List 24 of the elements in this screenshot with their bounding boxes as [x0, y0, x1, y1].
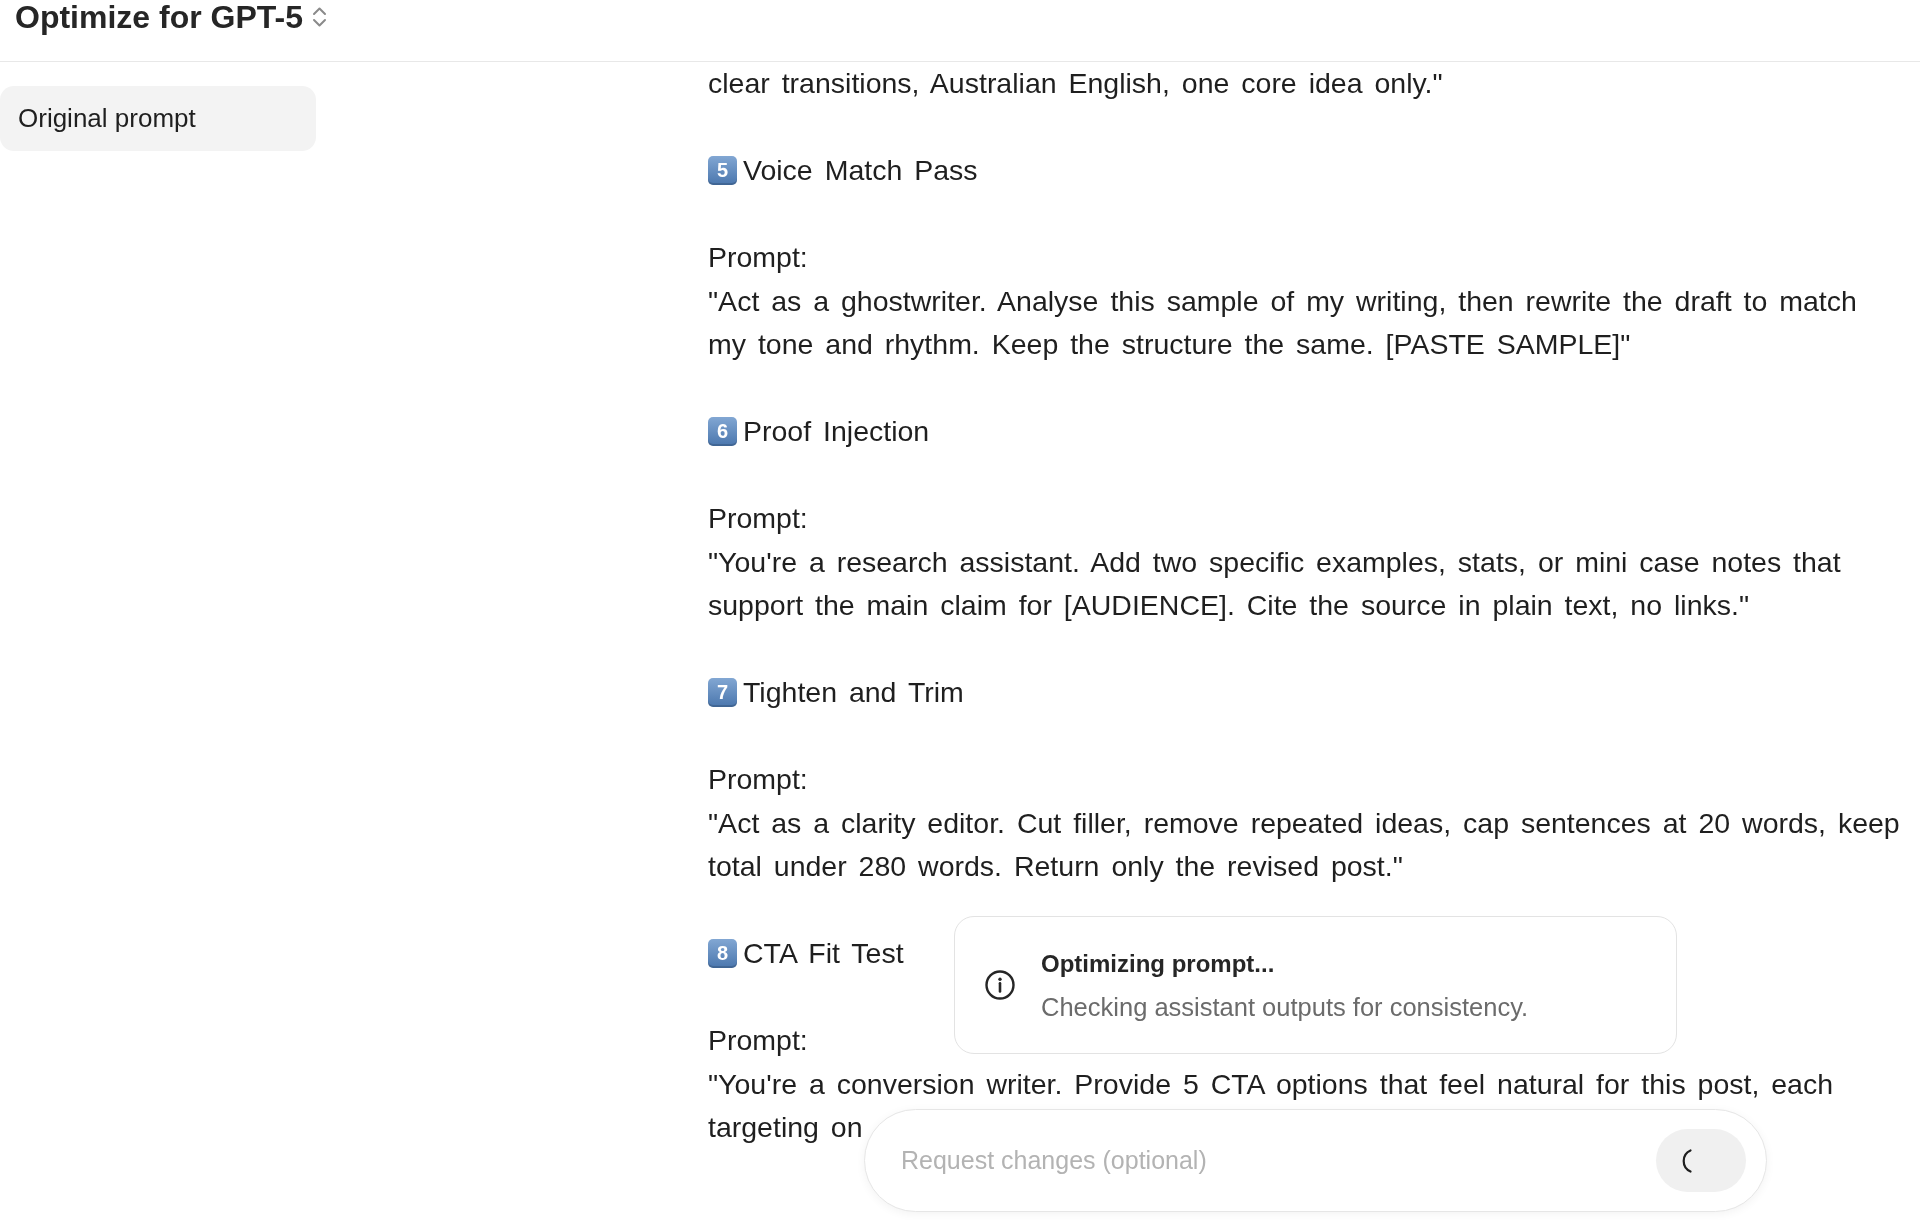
toast-title: Optimizing prompt... [1041, 948, 1276, 979]
sidebar-item[interactable]: Original prompt [0, 86, 316, 151]
section-heading: Tighten and Trim [743, 675, 964, 710]
toast-message: Checking assistant outputs for consistency. [1041, 991, 1529, 1023]
request-field[interactable]: Request changes (optional) [864, 1109, 1767, 1212]
prompt-label: Prompt: [708, 501, 809, 536]
prompt-label: Prompt: [708, 1023, 809, 1058]
section-heading: Voice Match Pass [743, 153, 978, 188]
prompt-text: clear transitions, Australian English, one core idea only." [708, 66, 1444, 101]
prompt-text: "You're a research assistant. Add two specific examples, stats, or mini case notes that support the main claim for [AUDIENCE]. Cite the source in plain text, no links." [708, 544, 1842, 623]
section-heading: Proof Injection [743, 414, 930, 449]
chevron-up-down-icon [312, 6, 328, 28]
info-icon [985, 970, 1015, 1000]
prompt-label: Prompt: [708, 762, 809, 797]
number-badge: 6 [708, 417, 737, 447]
number-badge: 7 [708, 678, 737, 708]
prompt-text: "Act as a ghostwriter. Analyse this sample of my writing, then rewrite the draft to match my tone and rhythm. Keep the structure the same. [PASTE SAMPLE]" [708, 283, 1858, 362]
prompt-label: Prompt: [708, 240, 809, 275]
prompt-text: "Act as a clarity editor. Cut filler, remove repeated ideas, cap sentences at 20 words, keep total under 280 words. Return only the revised post." [708, 805, 1901, 884]
loading-spinner-icon [1682, 1148, 1692, 1173]
number-badge: 5 [708, 156, 737, 186]
title-dropdown[interactable]: Optimize for GPT-5 [15, 0, 328, 34]
section-heading: CTA Fit Test [743, 936, 904, 971]
number-badge: 8 [708, 939, 737, 969]
